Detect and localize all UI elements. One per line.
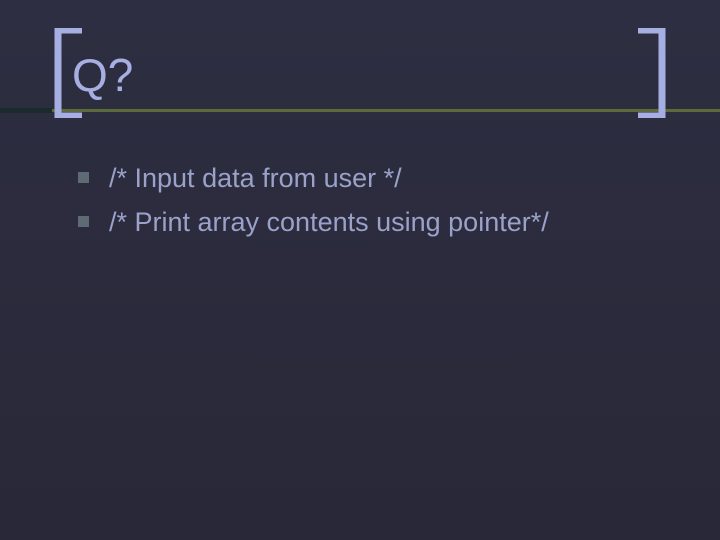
body-content: /* Input data from user */ /* Print arra… — [78, 160, 660, 248]
bracket-right-icon — [620, 28, 666, 118]
slide-title: Q? — [72, 48, 133, 102]
list-item: /* Input data from user */ — [78, 160, 660, 196]
list-item-text: /* Print array contents using pointer*/ — [109, 204, 549, 240]
square-bullet-icon — [78, 172, 89, 183]
underline-olive — [0, 109, 720, 112]
list-item-text: /* Input data from user */ — [109, 160, 402, 196]
list-item: /* Print array contents using pointer*/ — [78, 204, 660, 240]
square-bullet-icon — [78, 216, 89, 227]
slide: Q? /* Input data from user */ /* Print a… — [0, 0, 720, 540]
title-underline — [0, 108, 720, 114]
underline-dark-segment — [0, 108, 52, 113]
